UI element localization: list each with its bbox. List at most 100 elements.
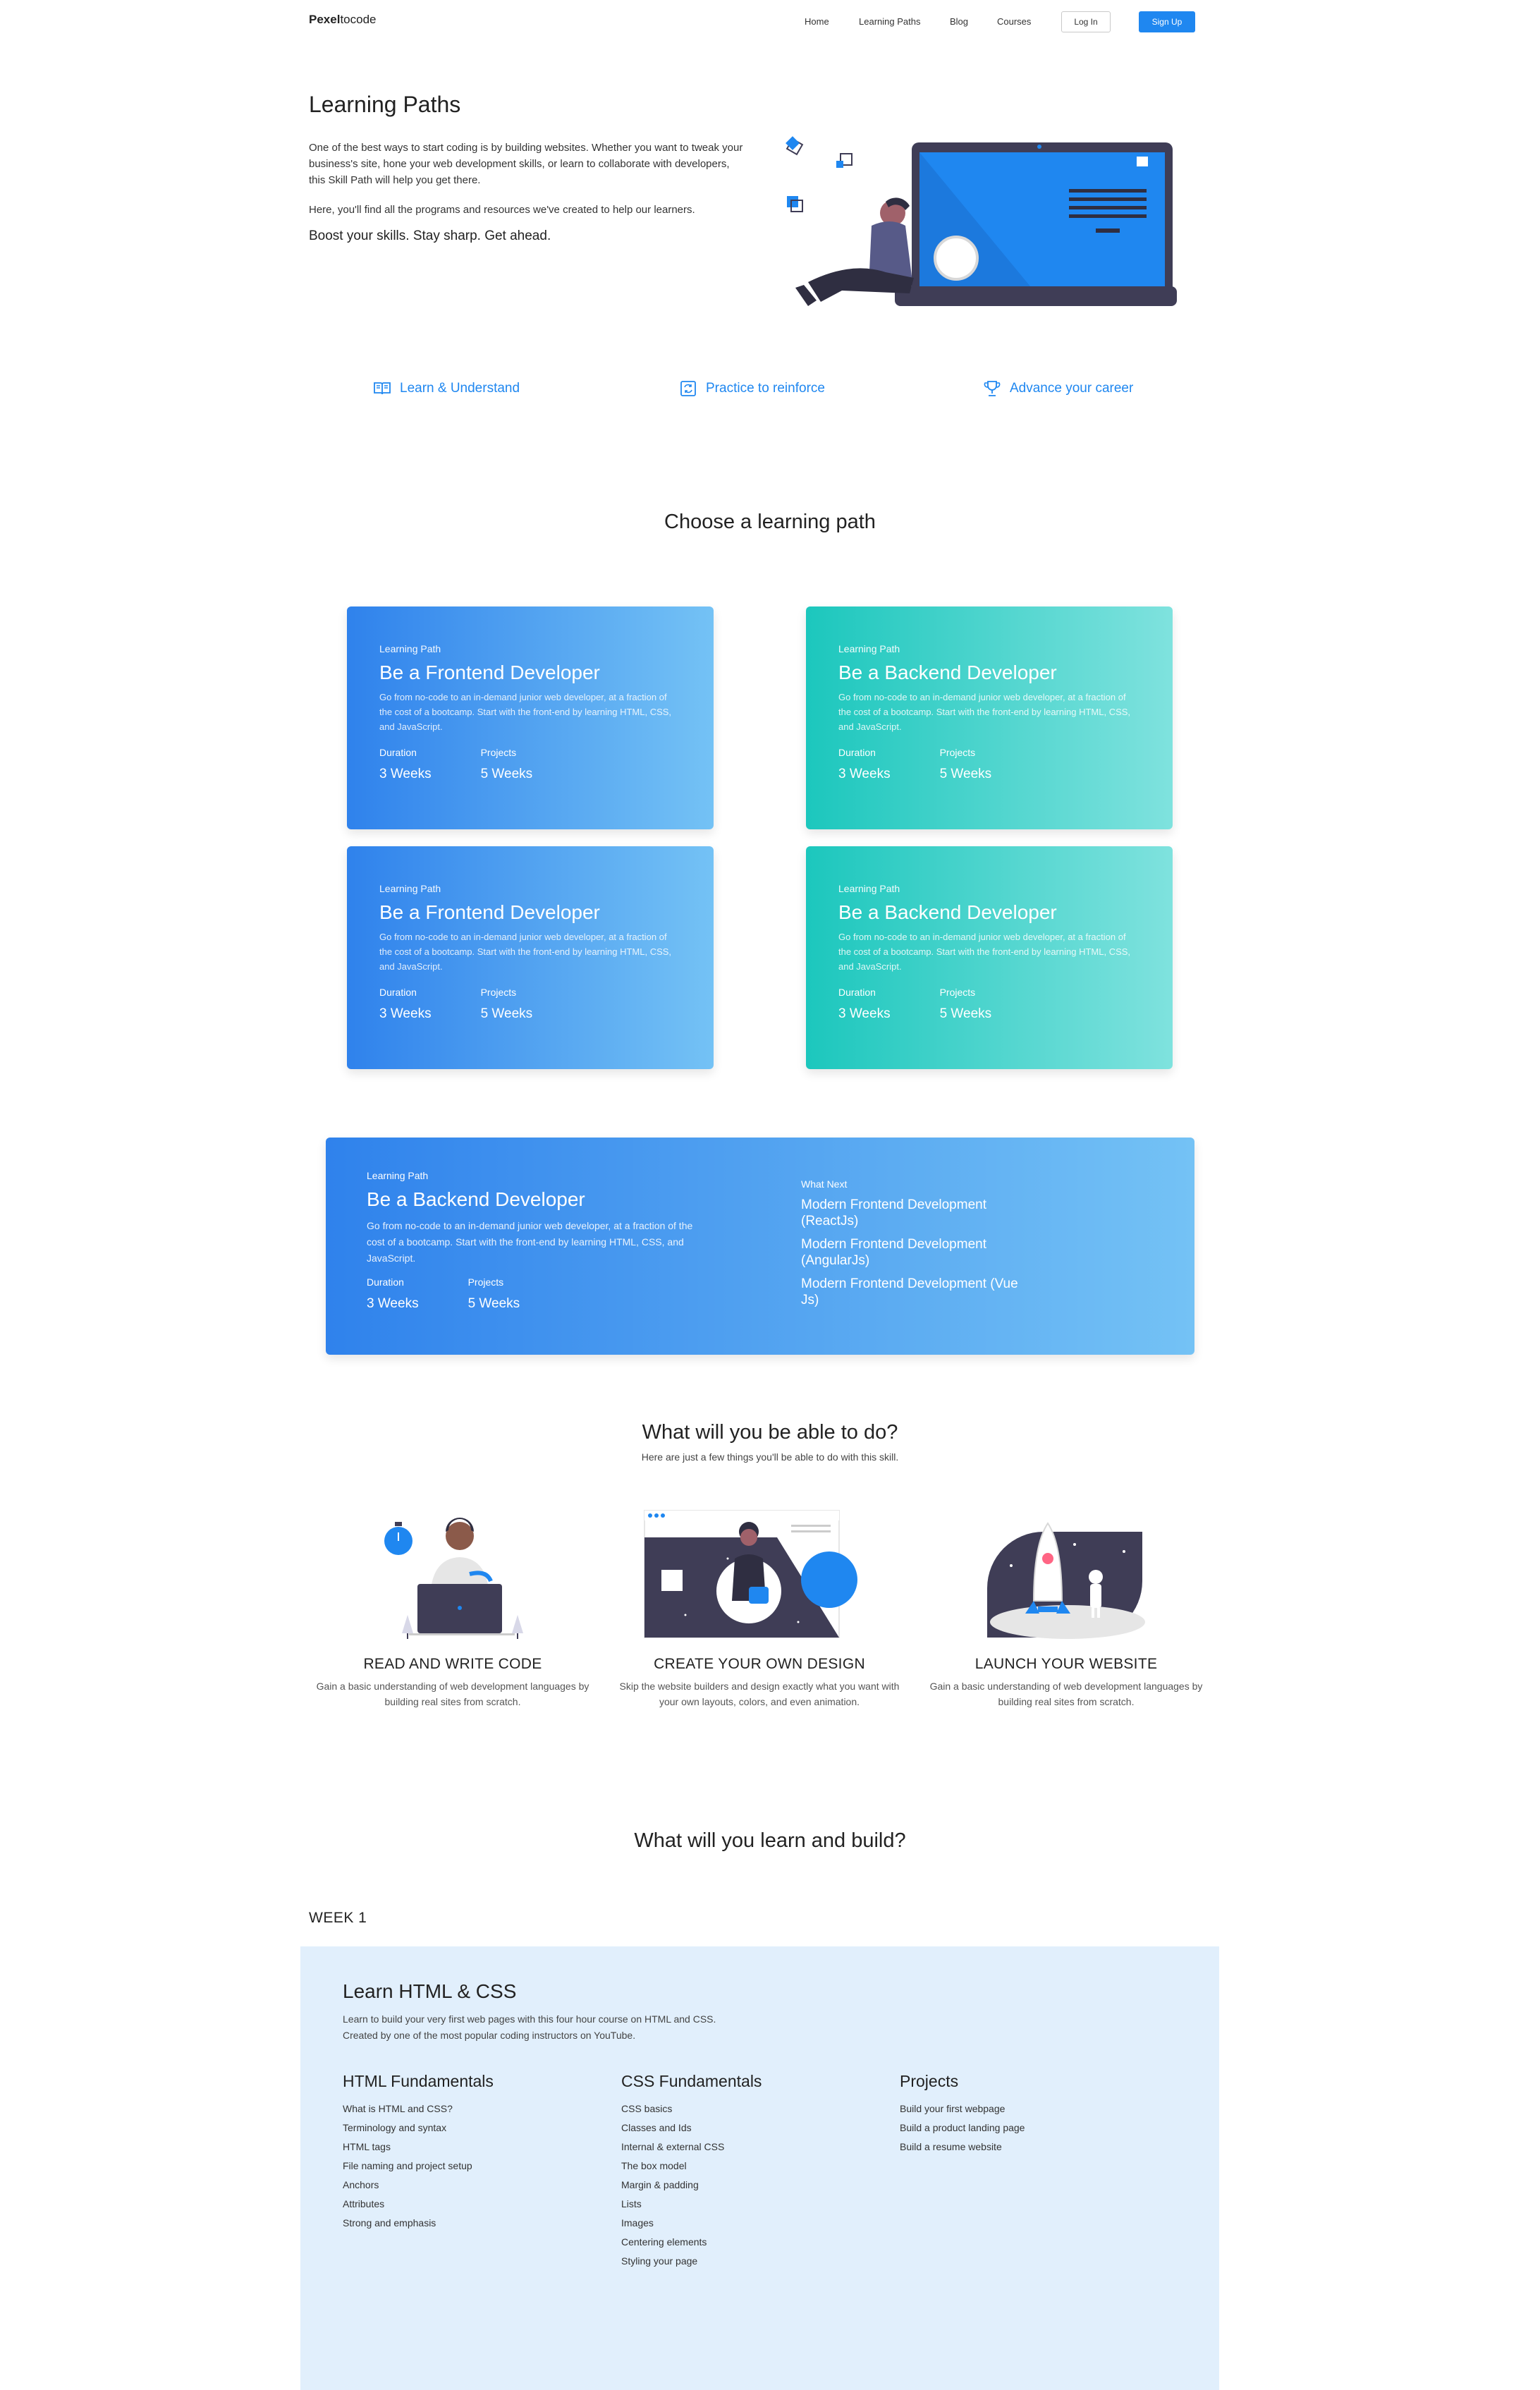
design-illustration [644, 1510, 857, 1638]
card-label: Learning Path [379, 643, 441, 654]
list-item[interactable]: Build your first webpage [900, 2099, 1025, 2118]
list-item[interactable]: Attributes [343, 2195, 494, 2214]
duration-value: 3 Weeks [379, 767, 432, 781]
duration-value: 3 Weeks [379, 1006, 432, 1021]
page-title: Learning Paths [309, 92, 461, 117]
feature-practice: Practice to reinforce [679, 379, 825, 398]
launch-illustration [987, 1522, 1145, 1639]
list-item[interactable]: Strong and emphasis [343, 2214, 494, 2233]
projects-label: Projects [480, 987, 517, 998]
list-item[interactable]: Internal & external CSS [621, 2138, 762, 2157]
skill-desc: Gain a basic understanding of web develo… [929, 1681, 1203, 1707]
brand-logo[interactable]: Pexeltocode [309, 13, 376, 27]
card-title: Be a Frontend Developer [379, 901, 600, 923]
list-item[interactable]: Build a resume website [900, 2138, 1025, 2157]
card-label: Learning Path [838, 883, 900, 894]
feature-learn-label: Learn & Understand [400, 381, 520, 396]
skill-title: READ AND WRITE CODE [363, 1656, 542, 1672]
duration-label: Duration [379, 747, 417, 758]
card-desc: Go from no-code to an in-demand junior w… [379, 692, 672, 732]
code-illustration [384, 1518, 523, 1639]
projects-value: 5 Weeks [480, 1006, 533, 1021]
top-nav: Pexeltocode Home Learning Paths Blog Cou… [0, 0, 1540, 45]
projects-value: 5 Weeks [939, 767, 992, 781]
list-item[interactable]: HTML tags [343, 2138, 494, 2157]
book-icon [374, 382, 391, 395]
projects-label: Projects [480, 747, 517, 758]
card-desc: Go from no-code to an in-demand junior w… [367, 1220, 693, 1264]
list-item[interactable]: Centering elements [621, 2233, 762, 2252]
nav-learning-paths[interactable]: Learning Paths [859, 16, 920, 27]
list-item[interactable]: CSS basics [621, 2099, 762, 2118]
skill-title: LAUNCH YOUR WEBSITE [974, 1656, 1158, 1672]
card-title: Be a Backend Developer [838, 901, 1057, 923]
column-heading: Projects [900, 2072, 959, 2090]
course-desc: Learn to build your very first web pages… [343, 2013, 716, 2041]
card-desc: Go from no-code to an in-demand junior w… [379, 932, 672, 972]
next-link-angular[interactable]: Modern Frontend Development (AngularJs) [801, 1236, 1027, 1269]
curriculum-panel: Learn HTML & CSS Learn to build your ver… [300, 1946, 1219, 2390]
duration-label: Duration [367, 1276, 404, 1288]
list-item[interactable]: Build a product landing page [900, 2118, 1025, 2138]
path-card-frontend-2[interactable]: Learning Path Be a Frontend Developer Go… [347, 846, 714, 1069]
projects-value: 5 Weeks [480, 767, 533, 781]
nav-home[interactable]: Home [805, 16, 829, 27]
card-label: Learning Path [379, 883, 441, 894]
hero-paragraph-2: Here, you'll find all the programs and r… [309, 204, 695, 216]
feature-practice-label: Practice to reinforce [706, 381, 825, 396]
feature-career-label: Advance your career [1010, 381, 1134, 396]
path-card-backend-2[interactable]: Learning Path Be a Backend Developer Go … [806, 846, 1173, 1069]
next-link-react[interactable]: Modern Frontend Development (ReactJs) [801, 1197, 1027, 1229]
login-button[interactable]: Log In [1061, 11, 1111, 32]
list-item[interactable]: Lists [621, 2195, 762, 2214]
nav-blog[interactable]: Blog [950, 16, 968, 27]
card-title: Be a Backend Developer [367, 1188, 585, 1210]
projects-label: Projects [939, 747, 976, 758]
duration-label: Duration [838, 747, 876, 758]
projects-value: 5 Weeks [939, 1006, 992, 1021]
skill-read-write-code: READ AND WRITE CODE Gain a basic underst… [305, 1656, 601, 1709]
card-label: Learning Path [367, 1170, 429, 1181]
list-item[interactable]: The box model [621, 2157, 762, 2176]
list-item[interactable]: What is HTML and CSS? [343, 2099, 494, 2118]
trophy-icon [984, 381, 1001, 396]
list-item[interactable]: Margin & padding [621, 2176, 762, 2195]
card-title: Be a Frontend Developer [379, 661, 600, 683]
feature-career: Advance your career [983, 379, 1133, 398]
next-link-vue[interactable]: Modern Frontend Development (Vue Js) [801, 1276, 1027, 1308]
list-item[interactable]: File naming and project setup [343, 2157, 494, 2176]
card-label: Learning Path [838, 643, 900, 654]
skill-create-design: CREATE YOUR OWN DESIGN Skip the website … [611, 1656, 908, 1709]
list-item[interactable]: Styling your page [621, 2252, 762, 2271]
projects-label: Projects [939, 987, 976, 998]
projects-value: 5 Weeks [468, 1296, 520, 1311]
path-card-frontend[interactable]: Learning Path Be a Frontend Developer Go… [347, 606, 714, 829]
list-item[interactable]: Terminology and syntax [343, 2118, 494, 2138]
nav-courses[interactable]: Courses [997, 16, 1031, 27]
section-title-abilities: What will you be able to do? [642, 1421, 898, 1444]
duration-value: 3 Weeks [838, 1006, 891, 1021]
hero-illustration [786, 136, 1177, 306]
list-item[interactable]: Classes and Ids [621, 2118, 762, 2138]
list-item[interactable]: Images [621, 2214, 762, 2233]
signup-button[interactable]: Sign Up [1139, 11, 1195, 32]
column-heading: CSS Fundamentals [621, 2072, 762, 2090]
week-label: WEEK 1 [309, 1910, 367, 1926]
what-next-heading: What Next [801, 1178, 848, 1190]
duration-value: 3 Weeks [838, 767, 891, 781]
duration-label: Duration [379, 987, 417, 998]
section-title-learn: What will you learn and build? [634, 1829, 906, 1852]
column-css: CSS Fundamentals CSS basics Classes and … [621, 2072, 762, 2271]
card-title: Be a Backend Developer [838, 661, 1057, 683]
feature-learn: Learn & Understand [373, 379, 520, 398]
course-title: Learn HTML & CSS [343, 1980, 517, 2002]
column-heading: HTML Fundamentals [343, 2072, 494, 2090]
path-card-backend[interactable]: Learning Path Be a Backend Developer Go … [806, 606, 1173, 829]
practice-icon [680, 381, 696, 396]
column-html: HTML Fundamentals What is HTML and CSS? … [343, 2072, 494, 2233]
column-projects: Projects Build your first webpage Build … [900, 2072, 1025, 2157]
list-item[interactable]: Anchors [343, 2176, 494, 2195]
card-desc: Go from no-code to an in-demand junior w… [838, 692, 1131, 732]
path-card-featured[interactable]: Learning Path Be a Backend Developer Go … [326, 1138, 1194, 1355]
skill-desc: Skip the website builders and design exa… [619, 1681, 900, 1707]
